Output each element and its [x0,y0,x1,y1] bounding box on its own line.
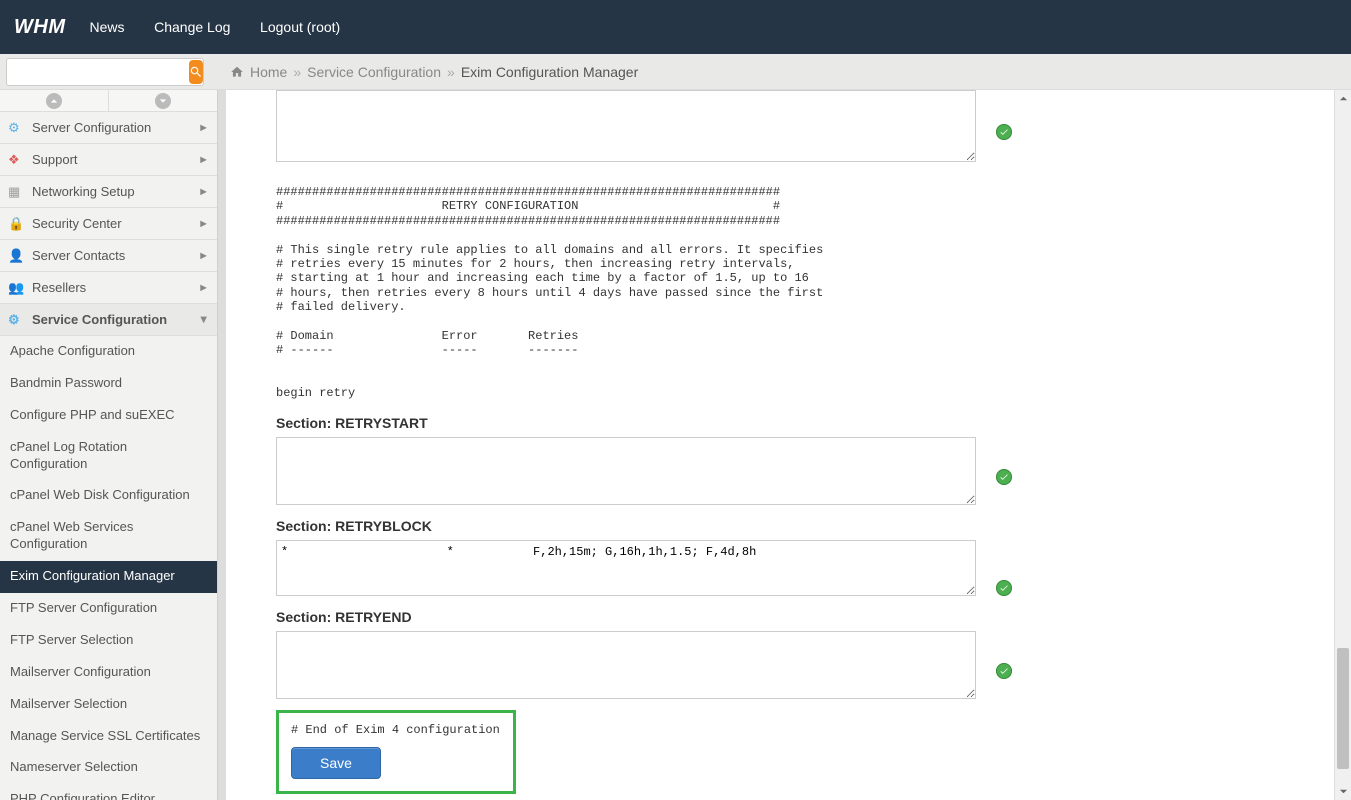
status-ok-icon [996,124,1012,140]
expand-arrow-icon: ► [198,186,209,198]
top-nav: News Change Log Logout (root) [89,19,366,35]
top-bar: WHM News Change Log Logout (root) [0,0,1351,54]
sidebar-item[interactable]: FTP Server Selection [0,625,217,657]
status-ok-icon [996,580,1012,596]
breadcrumb-sep: » [293,64,301,80]
sidebar-item[interactable]: cPanel Web Disk Configuration [0,480,217,512]
sub-bar: Home » Service Configuration » Exim Conf… [0,54,1351,90]
category-label: Security Center [32,216,122,231]
category-label: Server Contacts [32,248,125,263]
retry-config-comment-block: ########################################… [276,185,1323,401]
category-icon: ▦ [8,184,24,200]
breadcrumb: Home » Service Configuration » Exim Conf… [230,64,638,80]
sidebar-item[interactable]: Nameserver Selection [0,752,217,784]
sidebar-item[interactable]: PHP Configuration Editor [0,784,217,800]
breadcrumb-home[interactable]: Home [250,64,287,80]
expand-arrow-icon: ► [198,282,209,294]
section-label-retrystart: Section: RETRYSTART [276,415,1323,431]
sidebar-category[interactable]: 👤 Server Contacts ► [0,240,217,272]
expand-arrow-icon: ► [198,154,209,166]
chevron-down-icon [1339,787,1348,796]
sidebar-category[interactable]: ▦ Networking Setup ► [0,176,217,208]
config-textarea-pre[interactable] [276,90,976,162]
sidebar-scroll-gutter[interactable] [218,90,226,800]
category-icon: 👤 [8,248,24,264]
chevron-down-icon [159,97,167,105]
search-box [6,58,204,86]
category-icon: 👥 [8,280,24,296]
sidebar-item[interactable]: Mailserver Selection [0,689,217,721]
category-icon: 🔒 [8,216,24,232]
search-icon [189,65,203,79]
chevron-up-icon [50,97,58,105]
sidebar-item[interactable]: Apache Configuration [0,336,217,368]
sidebar-item[interactable]: Configure PHP and suEXEC [0,400,217,432]
expand-arrow-icon: ► [198,314,210,325]
status-ok-icon [996,469,1012,485]
save-highlight-box: # End of Exim 4 configuration Save [276,710,516,794]
search-button[interactable] [189,60,203,84]
whm-logo: WHM [14,16,65,39]
sidebar-item[interactable]: Bandmin Password [0,368,217,400]
expand-arrow-icon: ► [198,250,209,262]
retryend-textarea[interactable] [276,631,976,699]
sidebar-expand-collapse [0,90,217,112]
retryblock-textarea[interactable] [276,540,976,596]
scroll-down-arrow[interactable] [1335,783,1351,800]
category-label: Resellers [32,280,86,295]
section-label-retryblock: Section: RETRYBLOCK [276,518,1323,534]
home-icon [230,65,244,79]
nav-news[interactable]: News [89,19,124,35]
breadcrumb-service-config[interactable]: Service Configuration [307,64,441,80]
sidebar-item[interactable]: cPanel Web Services Configuration [0,512,217,561]
sidebar-category[interactable]: 🔒 Security Center ► [0,208,217,240]
sidebar-item[interactable]: Mailserver Configuration [0,657,217,689]
category-label: Support [32,152,78,167]
category-label: Networking Setup [32,184,135,199]
sidebar-category[interactable]: ❖ Support ► [0,144,217,176]
category-icon: ⚙ [8,312,24,328]
sidebar-item[interactable]: Exim Configuration Manager [0,561,217,593]
status-ok-icon [996,663,1012,679]
sidebar-collapse-up[interactable] [0,90,109,112]
category-icon: ⚙ [8,120,24,136]
content-scrollbar[interactable] [1334,90,1351,800]
nav-logout[interactable]: Logout (root) [260,19,340,35]
category-label: Server Configuration [32,120,151,135]
nav-change-log[interactable]: Change Log [154,19,230,35]
expand-arrow-icon: ► [198,218,209,230]
end-of-config-comment: # End of Exim 4 configuration [291,723,501,737]
category-label: Service Configuration [32,312,167,327]
category-icon: ❖ [8,152,24,168]
section-label-retryend: Section: RETRYEND [276,609,1323,625]
sidebar-category[interactable]: 👥 Resellers ► [0,272,217,304]
breadcrumb-sep: » [447,64,455,80]
sidebar-category[interactable]: ⚙ Service Configuration ► [0,304,217,336]
content-area: ########################################… [226,90,1351,800]
chevron-up-icon [1339,94,1348,103]
sidebar-item[interactable]: cPanel Log Rotation Configuration [0,432,217,481]
scroll-up-arrow[interactable] [1335,90,1351,107]
sidebar-category[interactable]: ⚙ Server Configuration ► [0,112,217,144]
sidebar-expand-down[interactable] [109,90,217,112]
retrystart-textarea[interactable] [276,437,976,505]
search-input[interactable] [13,64,189,79]
save-button[interactable]: Save [291,747,381,779]
expand-arrow-icon: ► [198,122,209,134]
sidebar-list: ⚙ Server Configuration ► ❖ Support ► ▦ Networki… [0,112,217,800]
breadcrumb-current: Exim Configuration Manager [461,64,638,80]
sidebar-item[interactable]: FTP Server Configuration [0,593,217,625]
sidebar-item[interactable]: Manage Service SSL Certificates [0,721,217,753]
sidebar: ⚙ Server Configuration ► ❖ Support ► ▦ Networki… [0,90,218,800]
